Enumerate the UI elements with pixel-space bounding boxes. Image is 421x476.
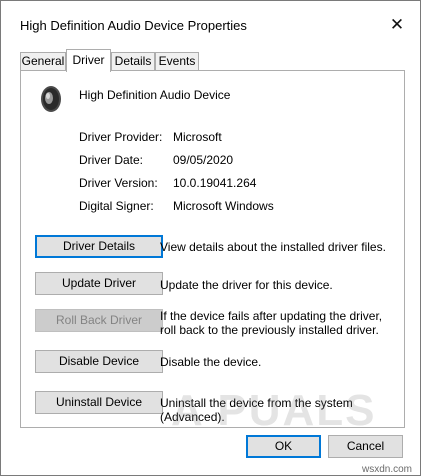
driver-details-description: View details about the installed driver … [160, 240, 386, 254]
cancel-button[interactable]: Cancel [328, 435, 403, 458]
tab-details[interactable]: Details [111, 52, 155, 71]
tab-events[interactable]: Events [155, 52, 199, 71]
window-title: High Definition Audio Device Properties [20, 18, 247, 33]
driver-tab-panel: High Definition Audio Device Driver Prov… [20, 70, 405, 428]
close-icon[interactable]: ✕ [385, 13, 409, 37]
properties-dialog: High Definition Audio Device Properties … [0, 0, 421, 476]
tab-general[interactable]: General [20, 52, 66, 71]
update-driver-button[interactable]: Update Driver [35, 272, 163, 295]
device-name: High Definition Audio Device [79, 88, 231, 102]
digital-signer-label: Digital Signer: [79, 199, 154, 213]
driver-provider-label: Driver Provider: [79, 130, 163, 144]
driver-version-label: Driver Version: [79, 176, 158, 190]
tab-driver[interactable]: Driver [66, 49, 111, 72]
driver-details-button[interactable]: Driver Details [35, 235, 163, 258]
driver-version-value: 10.0.19041.264 [173, 176, 257, 190]
site-watermark: wsxdn.com [362, 464, 413, 475]
roll-back-driver-description: If the device fails after updating the d… [160, 309, 383, 337]
update-driver-description: Update the driver for this device. [160, 278, 333, 292]
roll-back-driver-button: Roll Back Driver [35, 309, 163, 332]
ok-button[interactable]: OK [246, 435, 321, 458]
uninstall-device-button[interactable]: Uninstall Device [35, 391, 163, 414]
driver-date-value: 09/05/2020 [173, 153, 234, 167]
driver-date-label: Driver Date: [79, 153, 144, 167]
digital-signer-value: Microsoft Windows [173, 199, 274, 213]
speaker-icon [41, 86, 61, 112]
disable-device-description: Disable the device. [160, 355, 262, 369]
driver-provider-value: Microsoft [173, 130, 222, 144]
disable-device-button[interactable]: Disable Device [35, 350, 163, 373]
title-bar: High Definition Audio Device Properties … [1, 1, 420, 45]
uninstall-device-description: Uninstall the device from the system (Ad… [160, 396, 353, 424]
